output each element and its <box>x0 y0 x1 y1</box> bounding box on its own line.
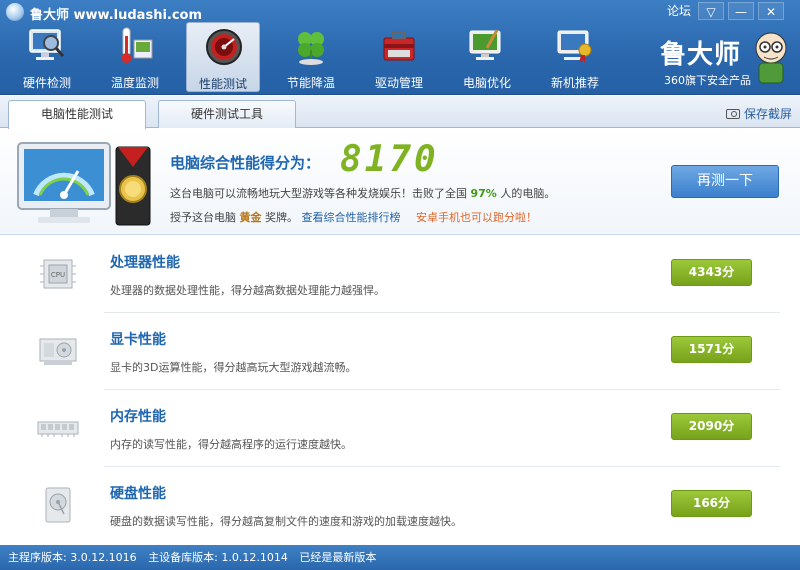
forum-link[interactable]: 论坛 <box>664 2 694 20</box>
nav-temperature[interactable]: 温度监测 <box>98 22 172 92</box>
total-score: 8170 <box>340 139 439 180</box>
save-screenshot-button[interactable]: 保存截屏 <box>725 105 792 122</box>
nav-new-pc-recommend[interactable]: 新机推荐 <box>538 22 612 92</box>
brand-area: 鲁大师 360旗下安全产品 <box>658 30 798 90</box>
speedometer-icon <box>206 29 242 65</box>
list-item-cpu: CPU 处理器性能 处理器的数据处理性能，得分越高数据处理能力越强悍。 4343… <box>0 236 800 313</box>
row-title: 硬盘性能 <box>110 486 166 502</box>
svg-text:CPU: CPU <box>51 271 65 279</box>
title-bar: 鲁大师 www.ludashi.com 论坛 ▽ — ✕ <box>0 0 800 24</box>
brand-subtitle: 360旗下安全产品 <box>664 74 751 87</box>
minimize-button[interactable]: — <box>728 2 754 20</box>
mascot-icon <box>755 32 787 84</box>
tab-pc-performance-test[interactable]: 电脑性能测试 <box>8 100 146 129</box>
nav-label: 电脑优化 <box>462 76 511 90</box>
cpu-score-badge[interactable]: 4343分 <box>671 259 752 286</box>
tab-hardware-test-tools[interactable]: 硬件测试工具 <box>158 100 296 128</box>
nav-label: 硬件检测 <box>22 76 71 90</box>
beat-percentage: 97% <box>470 187 497 200</box>
award-monitor-icon <box>557 30 592 63</box>
nav-label: 温度监测 <box>110 76 159 90</box>
program-version: 主程序版本: 3.0.12.1016 <box>8 551 137 564</box>
list-item-hard-disk: 硬盘性能 硬盘的数据读写性能，得分越高复制文件的速度和游戏的加载速度越快。 16… <box>0 467 800 544</box>
row-description: 内存的读写性能，得分越高程序的运行速度越快。 <box>110 438 352 451</box>
graphics-card-icon <box>39 338 77 365</box>
brand-name: 鲁大师 <box>660 40 742 70</box>
retest-button[interactable]: 再测一下 <box>671 165 779 198</box>
ranking-link[interactable]: 查看综合性能排行榜 <box>302 211 401 224</box>
component-score-list: CPU 处理器性能 处理器的数据处理性能，得分越高数据处理能力越强悍。 4343… <box>0 236 800 544</box>
mobile-benchmark-link[interactable]: 安卓手机也可以跑分啦！ <box>416 211 537 224</box>
score-comparison-text: 这台电脑可以流畅地玩大型游戏等各种发烧娱乐！击败了全国 97% 人的电脑。 <box>170 185 555 201</box>
status-bar: 主程序版本: 3.0.12.1016 主设备库版本: 1.0.12.1014 已… <box>0 545 800 570</box>
camera-icon <box>725 109 740 119</box>
score-title: 电脑综合性能得分为： <box>170 154 321 172</box>
nav-driver-manager[interactable]: 驱动管理 <box>362 22 436 92</box>
app-title: 鲁大师 www.ludashi.com <box>30 8 203 23</box>
row-description: 处理器的数据处理性能，得分越高数据处理能力越强悍。 <box>110 284 385 297</box>
toolbox-icon <box>383 31 415 61</box>
disk-score-badge[interactable]: 166分 <box>671 490 752 517</box>
nav-label: 驱动管理 <box>374 76 423 90</box>
medal-text-b: 奖牌。 <box>261 211 298 224</box>
row-description: 硬盘的数据读写性能，得分越高复制文件的速度和游戏的加载速度越快。 <box>110 515 462 528</box>
save-screenshot-label: 保存截屏 <box>743 107 792 121</box>
update-status: 已经是最新版本 <box>299 551 377 564</box>
comparison-text-a: 这台电脑可以流畅地玩大型游戏等各种发烧娱乐！击败了全国 <box>170 187 471 200</box>
tab-strip: 电脑性能测试 硬件测试工具 保存截屏 <box>0 96 800 129</box>
row-description: 显卡的3D运算性能，得分越高玩大型游戏越流畅。 <box>110 361 357 374</box>
row-title: 内存性能 <box>110 409 166 425</box>
app-logo-icon <box>6 3 24 21</box>
cpu-chip-icon: CPU <box>40 259 76 289</box>
broom-monitor-icon <box>469 29 501 60</box>
nav-label: 节能降温 <box>286 76 335 90</box>
medal-text-a: 授予这台电脑 <box>170 211 240 224</box>
list-item-memory: 内存性能 内存的读写性能，得分越高程序的运行速度越快。 2090分 <box>0 390 800 467</box>
menu-dropdown-button[interactable]: ▽ <box>698 2 724 20</box>
row-title: 处理器性能 <box>110 255 180 271</box>
memory-stick-icon <box>37 421 79 437</box>
nav-hardware-detect[interactable]: 硬件检测 <box>10 22 84 92</box>
nav-label: 性能测试 <box>198 77 247 91</box>
clover-icon <box>298 32 324 65</box>
nav-pc-optimize[interactable]: 电脑优化 <box>450 22 524 92</box>
pc-speedometer-illustration-icon <box>17 142 151 226</box>
medal-text: 授予这台电脑 黄金 奖牌。 查看综合性能排行榜 安卓手机也可以跑分啦！ <box>170 209 537 225</box>
nav-label: 新机推荐 <box>550 76 599 90</box>
memory-score-badge[interactable]: 2090分 <box>671 413 752 440</box>
score-summary: 电脑综合性能得分为： 8170 这台电脑可以流畅地玩大型游戏等各种发烧娱乐！击败… <box>0 129 800 235</box>
header: 鲁大师 www.ludashi.com 论坛 ▽ — ✕ 硬件检测 温度监测 性… <box>0 0 800 95</box>
row-title: 显卡性能 <box>110 332 166 348</box>
comparison-text-b: 人的电脑。 <box>496 187 556 200</box>
monitor-magnifier-icon <box>29 29 65 60</box>
nav-energy-saving[interactable]: 节能降温 <box>274 22 348 92</box>
device-db-version: 主设备库版本: 1.0.12.1014 <box>148 551 288 564</box>
medal-level: 黄金 <box>239 211 262 224</box>
list-item-gpu: 显卡性能 显卡的3D运算性能，得分越高玩大型游戏越流畅。 1571分 <box>0 313 800 390</box>
thermometer-icon <box>121 27 153 63</box>
hard-disk-icon <box>45 487 71 523</box>
close-button[interactable]: ✕ <box>758 2 784 20</box>
nav-performance-test[interactable]: 性能测试 <box>186 22 260 92</box>
gpu-score-badge[interactable]: 1571分 <box>671 336 752 363</box>
